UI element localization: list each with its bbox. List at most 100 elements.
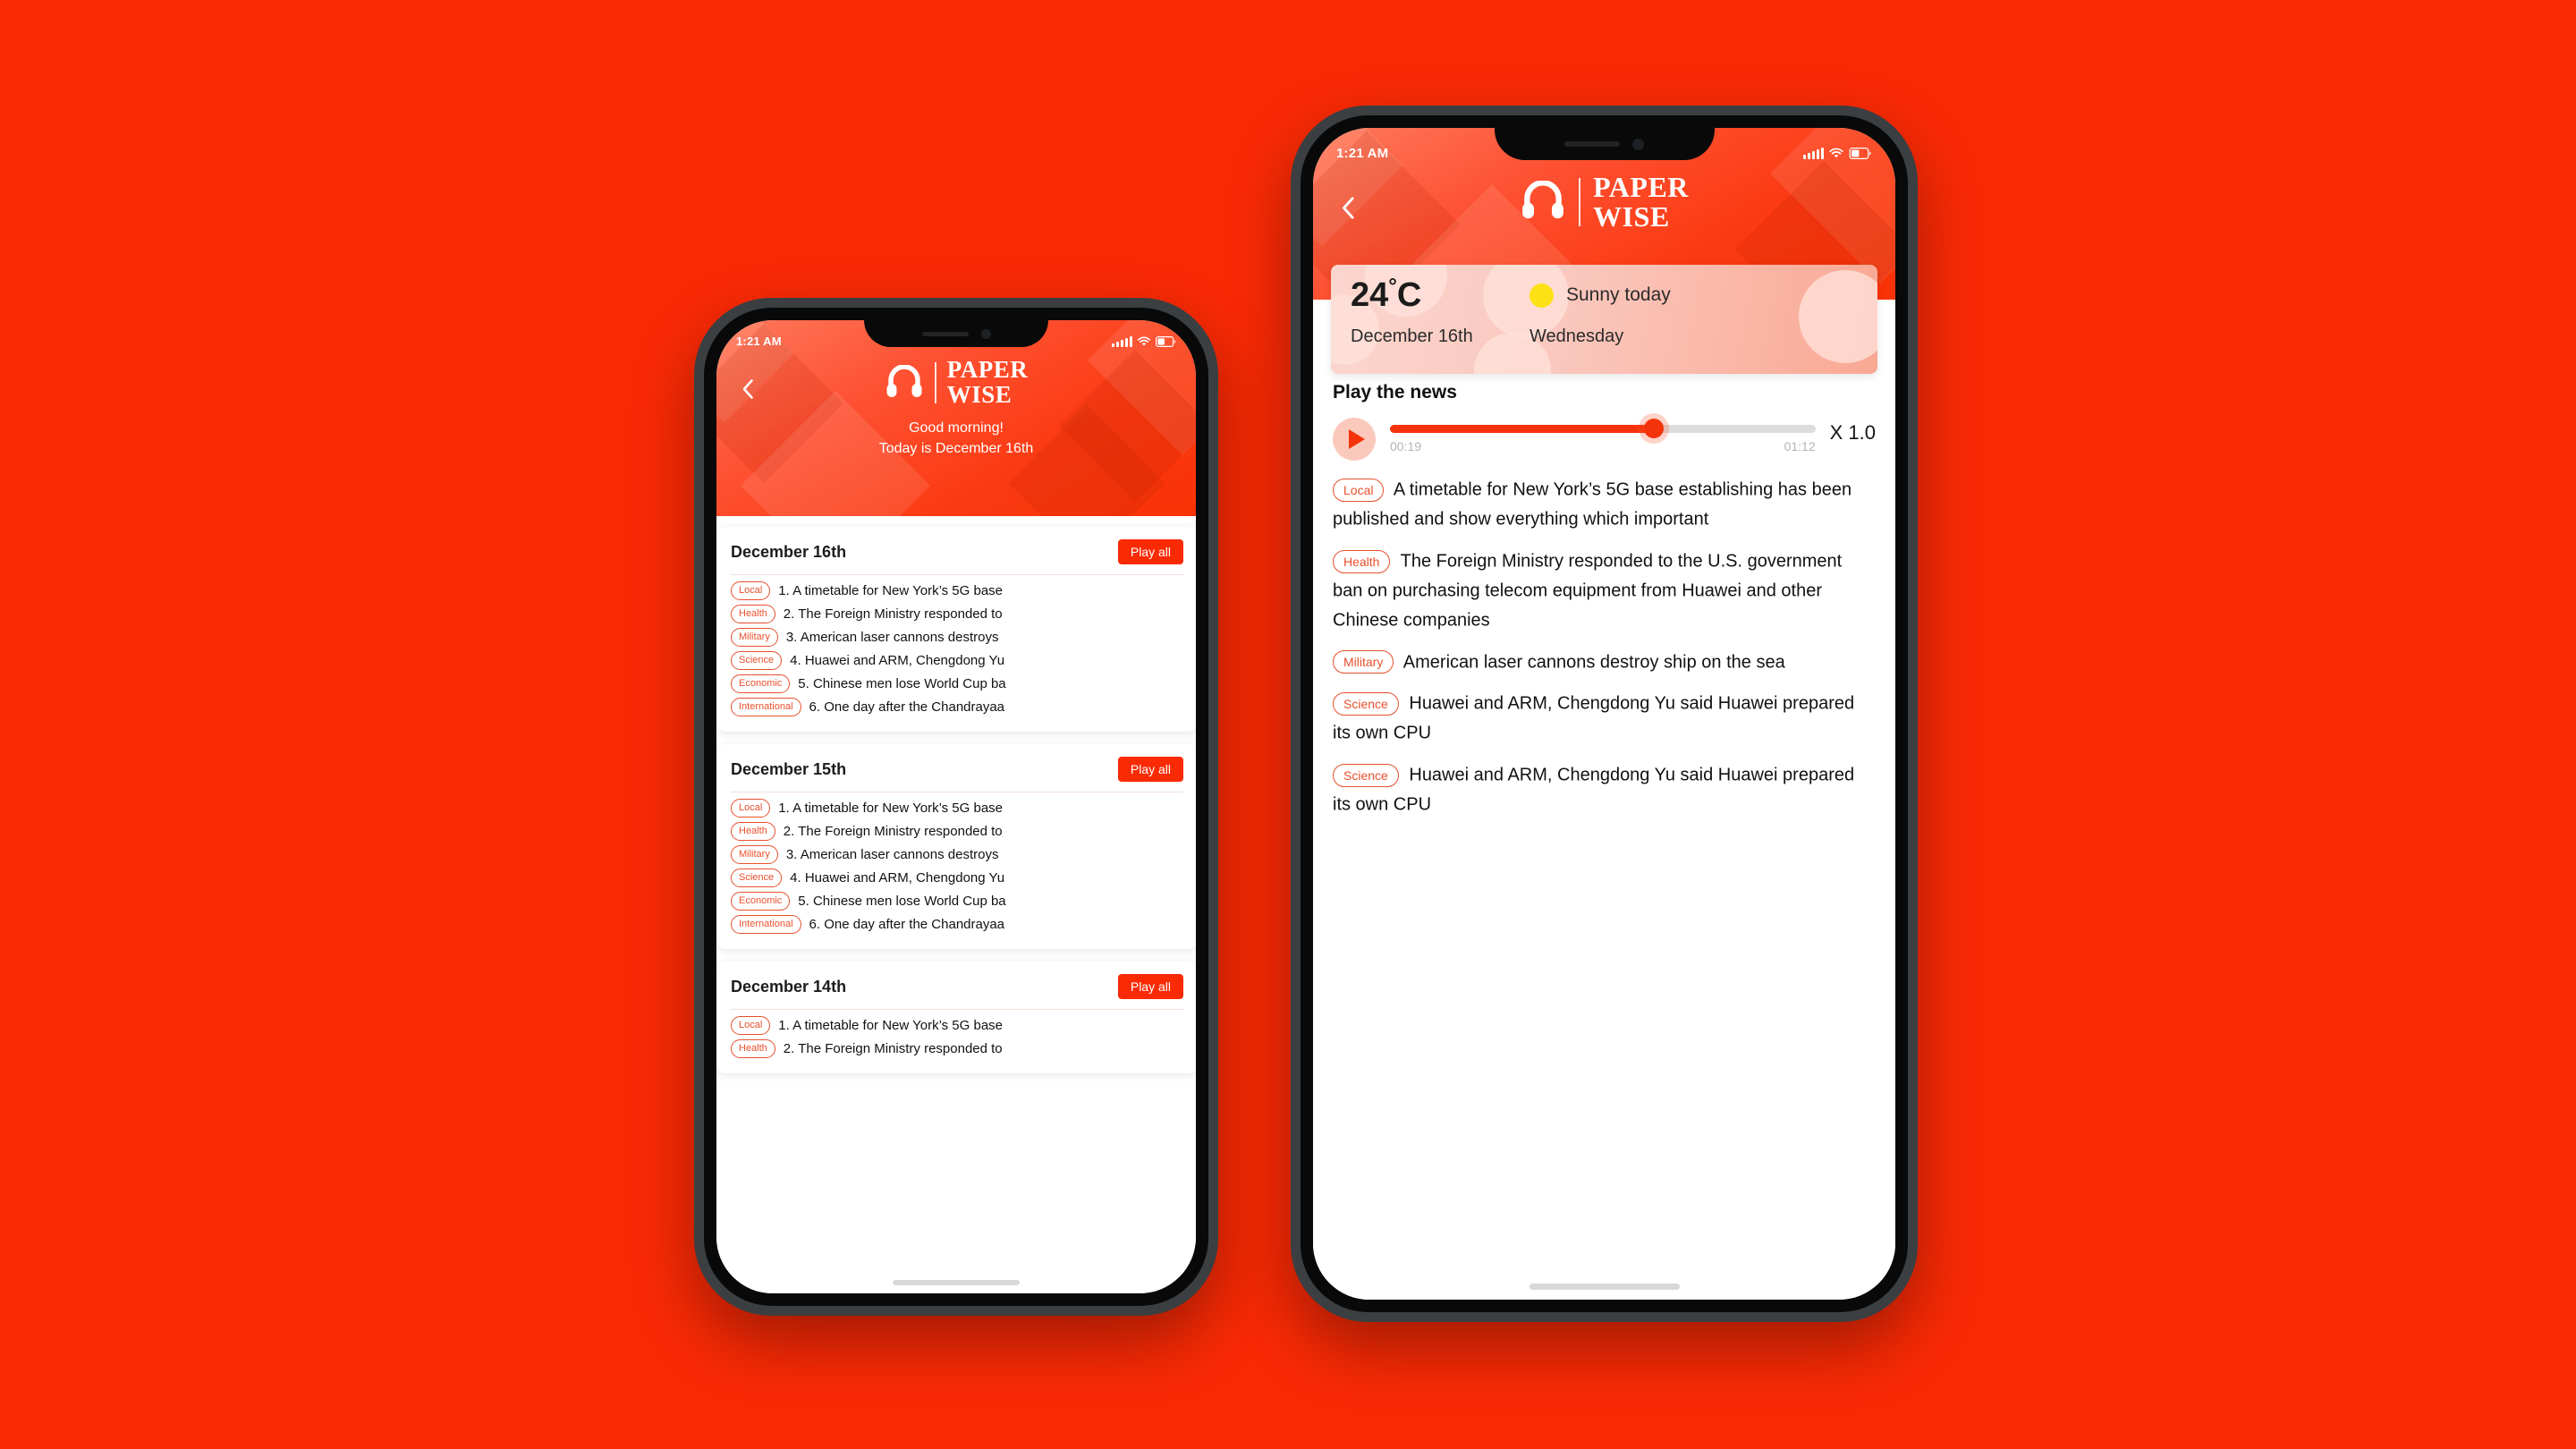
category-tag: Local [1333, 478, 1385, 502]
day-card-header: December 16th Play all [731, 539, 1183, 564]
news-item-title: 2. The Foreign Ministry responded to [783, 606, 1003, 622]
phone-bezel-left: 1:21 AM PAPER WISE Good morning! Today i… [704, 308, 1208, 1306]
news-list-item[interactable]: Health 2. The Foreign Ministry responded … [731, 605, 1183, 623]
back-button-left[interactable] [734, 376, 761, 402]
news-list-item[interactable]: Economic 5. Chinese men lose World Cup ba [731, 674, 1183, 693]
news-item-title: 3. American laser cannons destroys [785, 847, 999, 862]
category-tag: International [731, 915, 801, 934]
duration-time: 01:12 [1784, 439, 1816, 453]
play-news-title: Play the news [1333, 382, 1457, 402]
detail-body[interactable]: Play the news 00:19 01:12 X 1.0 Local A … [1313, 300, 1895, 1300]
play-all-button[interactable]: Play all [1117, 757, 1183, 782]
news-list-item[interactable]: Economic 5. Chinese men lose World Cup ba [731, 892, 1183, 911]
news-list-item[interactable]: Military 3. American laser cannons destro… [731, 628, 1183, 647]
article-list[interactable]: Local A timetable for New York’s 5G base… [1333, 475, 1876, 819]
article-text: A timetable for New York’s 5G base estab… [1333, 479, 1852, 530]
category-tag: Science [1333, 692, 1399, 716]
article-text: American laser cannons destroy ship on t… [1399, 652, 1785, 673]
headphones-icon [885, 364, 924, 401]
news-list-item[interactable]: International 6. One day after the Chandr… [731, 915, 1183, 934]
category-tag: Local [731, 1016, 771, 1035]
brand-line-2: WISE [1593, 199, 1670, 233]
news-item-title: 4. Huawei and ARM, Chengdong Yu [790, 870, 1005, 886]
back-button-right[interactable] [1333, 192, 1363, 223]
day-card-date: December 15th [731, 759, 847, 778]
day-card-date: December 14th [731, 977, 847, 996]
day-card-header: December 14th Play all [731, 974, 1183, 999]
greeting-block: Good morning! Today is December 16th [736, 419, 1176, 459]
news-item-title: 1. A timetable for New York’s 5G base [778, 1018, 1003, 1033]
status-icons [1112, 335, 1176, 347]
front-camera-icon [1632, 138, 1644, 150]
decor-circle [1799, 270, 1877, 363]
brand-lockup-right: PAPER WISE [1336, 173, 1872, 231]
news-list-item[interactable]: Local 1. A timetable for New York’s 5G ba… [731, 581, 1183, 600]
category-tag: Health [731, 605, 775, 623]
article-text: The Foreign Ministry responded to the U.… [1333, 551, 1843, 631]
news-item-title: 2. The Foreign Ministry responded to [783, 1041, 1003, 1056]
category-tag: Health [731, 1039, 775, 1058]
home-indicator [1529, 1284, 1680, 1290]
greeting-line-2: Today is December 16th [878, 440, 1034, 456]
temperature-value: 24 [1351, 276, 1389, 314]
degree-symbol: ° [1388, 275, 1397, 299]
brand-divider [934, 361, 936, 403]
news-list-item[interactable]: Health 2. The Foreign Ministry responded … [731, 1039, 1183, 1058]
temperature-unit: C [1396, 276, 1422, 314]
weather-card[interactable]: 24 ° C Sunny today December 16th Wednesd… [1331, 265, 1877, 374]
chevron-left-icon [1343, 196, 1354, 219]
news-item-title: 1. A timetable for New York’s 5G base [778, 801, 1003, 816]
category-tag: Science [731, 869, 783, 887]
news-item-title: 3. American laser cannons destroys [785, 630, 999, 645]
progress-knob[interactable] [1643, 419, 1664, 438]
article-paragraph[interactable]: Science Huawei and ARM, Chengdong Yu sai… [1333, 760, 1876, 819]
progress-fill [1390, 425, 1654, 433]
signal-bars-icon [1803, 147, 1824, 159]
news-item-title: 1. A timetable for New York’s 5G base [778, 583, 1003, 598]
article-paragraph[interactable]: Local A timetable for New York’s 5G base… [1333, 475, 1876, 534]
player-timestamps: 00:19 01:12 [1390, 439, 1816, 453]
article-paragraph[interactable]: Health The Foreign Ministry responded to… [1333, 547, 1876, 635]
news-list-item[interactable]: Local 1. A timetable for New York’s 5G ba… [731, 1016, 1183, 1035]
article-text: Huawei and ARM, Chengdong Yu said Huawei… [1333, 693, 1855, 743]
article-paragraph[interactable]: Science Huawei and ARM, Chengdong Yu sai… [1333, 689, 1876, 748]
playback-speed-button[interactable]: X 1.0 [1830, 421, 1876, 445]
day-card: December 16th Play all Local 1. A timetable… [716, 527, 1196, 732]
battery-icon [1156, 335, 1176, 347]
play-icon [1348, 429, 1365, 449]
news-item-title: 2. The Foreign Ministry responded to [783, 824, 1003, 839]
play-all-button[interactable]: Play all [1117, 539, 1183, 564]
progress-slider[interactable] [1390, 419, 1816, 438]
phone-notch-right [1494, 128, 1715, 160]
app-header-left: 1:21 AM PAPER WISE Good morning! Today i… [716, 320, 1196, 516]
play-button[interactable] [1333, 418, 1376, 461]
brand-line-1: PAPER [1593, 171, 1689, 203]
wifi-icon [1828, 148, 1844, 159]
earpiece-speaker-icon [921, 331, 969, 336]
news-list-item[interactable]: Local 1. A timetable for New York’s 5G ba… [731, 799, 1183, 818]
status-icons [1803, 147, 1872, 159]
play-all-button[interactable]: Play all [1117, 974, 1183, 999]
brand-name: PAPER WISE [1593, 173, 1689, 231]
category-tag: Local [731, 581, 771, 600]
news-list-item[interactable]: International 6. One day after the Chandr… [731, 698, 1183, 716]
category-tag: International [731, 698, 801, 716]
day-card: December 14th Play all Local 1. A timetable… [716, 962, 1196, 1073]
news-item-title: 6. One day after the Chandrayaa [809, 917, 1005, 932]
news-list-scroll[interactable]: December 16th Play all Local 1. A timetable… [716, 516, 1196, 1293]
news-list-item[interactable]: Science 4. Huawei and ARM, Chengdong Yu [731, 869, 1183, 887]
article-paragraph[interactable]: Military American laser cannons destroy … [1333, 648, 1876, 677]
day-card: December 15th Play all Local 1. A timetable… [716, 744, 1196, 949]
battery-icon [1849, 147, 1872, 159]
news-list-item[interactable]: Health 2. The Foreign Ministry responded … [731, 822, 1183, 841]
sun-icon [1530, 283, 1554, 308]
news-list-item[interactable]: Military 3. American laser cannons destro… [731, 845, 1183, 864]
category-tag: Science [1333, 763, 1399, 787]
earpiece-speaker-icon [1564, 141, 1620, 147]
weather-condition-label: Sunny today [1566, 284, 1671, 305]
front-camera-icon [980, 328, 991, 339]
news-list-item[interactable]: Science 4. Huawei and ARM, Chengdong Yu [731, 651, 1183, 670]
phone-notch-left [864, 320, 1048, 347]
news-item-title: 5. Chinese men lose World Cup ba [798, 676, 1006, 691]
category-tag: Economic [731, 674, 791, 693]
